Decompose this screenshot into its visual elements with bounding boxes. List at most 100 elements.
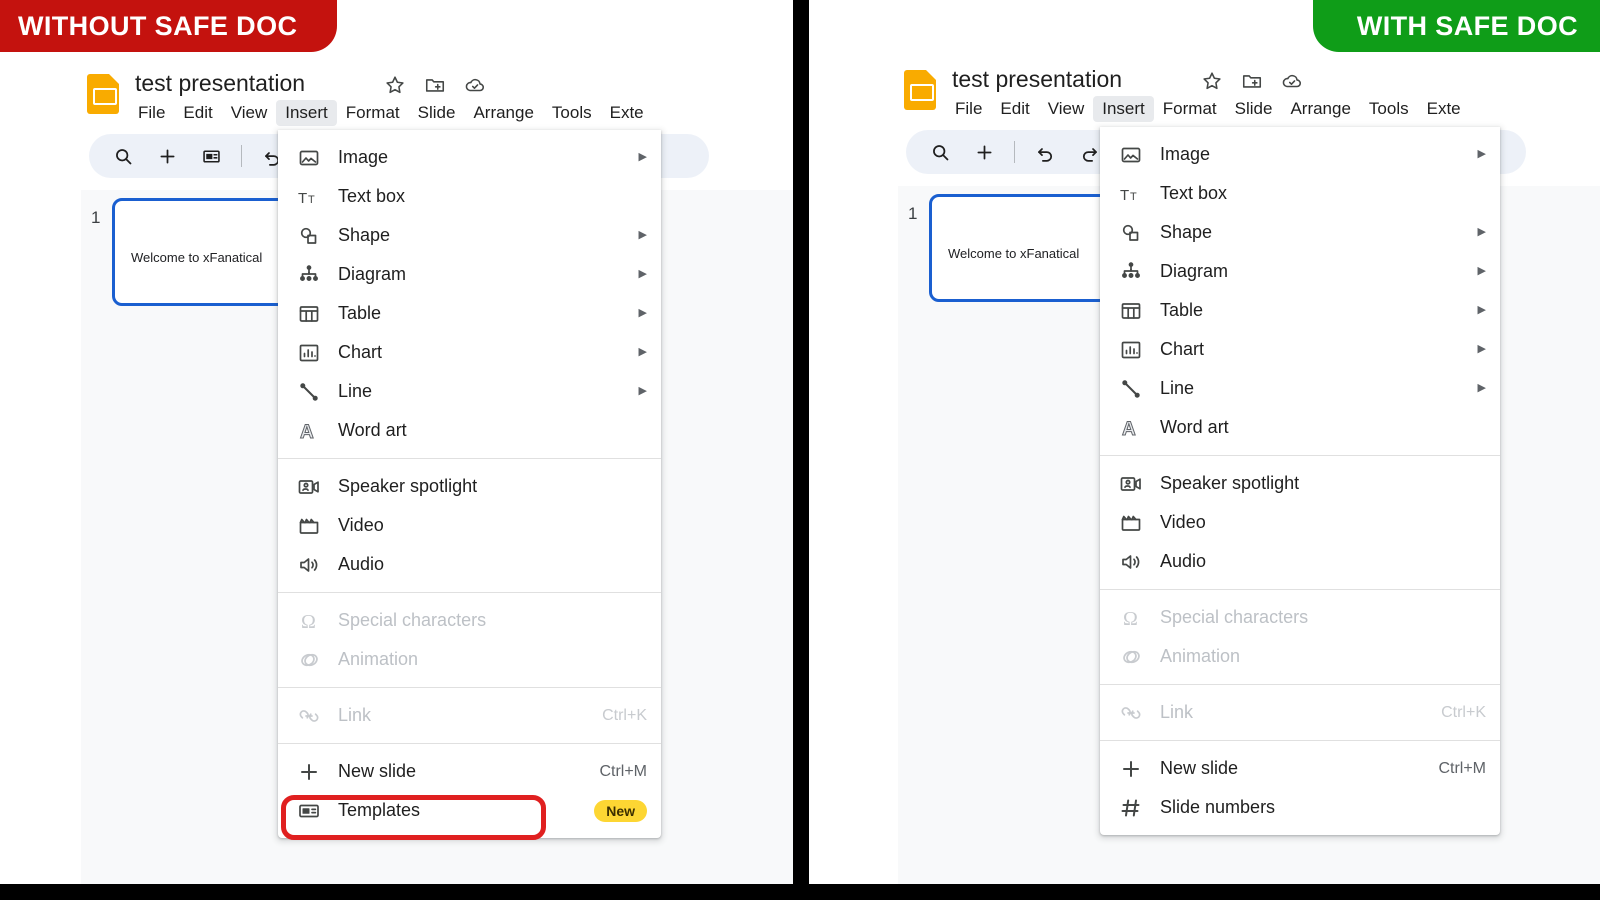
menu-item-label: Text box bbox=[338, 186, 406, 206]
menu-item-word-art[interactable]: A Word art bbox=[278, 411, 661, 450]
undo-icon[interactable] bbox=[1023, 132, 1067, 172]
menu-item-new-slide[interactable]: New slide Ctrl+M bbox=[278, 752, 661, 791]
menu-item-label: Line bbox=[1160, 378, 1195, 398]
menu-separator bbox=[1100, 684, 1500, 685]
slide-body-text: Welcome to xFanatical bbox=[948, 246, 1080, 261]
menu-item-label: Diagram bbox=[1160, 261, 1229, 281]
insert-dropdown-right[interactable]: Image ▶ T T Text box Shape ▶ Diagram ▶ Table ▶ Char… bbox=[1100, 127, 1500, 835]
svg-text:T: T bbox=[308, 194, 315, 206]
menu-item-label: Shape bbox=[1160, 222, 1213, 242]
move-to-folder-icon[interactable] bbox=[1241, 70, 1263, 92]
menu-item-speaker-spotlight[interactable]: Speaker spotlight bbox=[1100, 464, 1500, 503]
menu-item-word-art[interactable]: A Word art bbox=[1100, 408, 1500, 447]
menu-item-image[interactable]: Image ▶ bbox=[278, 138, 661, 177]
menu-item-image[interactable]: Image ▶ bbox=[1100, 135, 1500, 174]
menu-item-label: Image bbox=[338, 147, 389, 167]
menu-item-label: Table bbox=[1160, 300, 1204, 320]
menu-item-table[interactable]: Table ▶ bbox=[1100, 291, 1500, 330]
search-icon[interactable] bbox=[918, 132, 962, 172]
menu-insert[interactable]: Insert bbox=[1093, 96, 1154, 122]
menu-item-label: Text box bbox=[1160, 183, 1228, 203]
document-title[interactable]: test presentation bbox=[952, 66, 1122, 93]
menu-item-speaker-spotlight[interactable]: Speaker spotlight bbox=[278, 467, 661, 506]
menu-file[interactable]: File bbox=[946, 96, 991, 122]
menubar-left: File Edit View Insert Format Slide Arran… bbox=[129, 100, 653, 126]
menu-item-video[interactable]: Video bbox=[278, 506, 661, 545]
menu-item-new-slide[interactable]: New slide Ctrl+M bbox=[1100, 749, 1500, 788]
menu-item-audio[interactable]: Audio bbox=[278, 545, 661, 584]
menu-item-label: Slide numbers bbox=[1160, 797, 1276, 817]
cloud-saved-icon[interactable] bbox=[1281, 70, 1303, 92]
menu-item-link: Link Ctrl+K bbox=[278, 696, 661, 735]
image-icon bbox=[296, 145, 322, 171]
menu-file[interactable]: File bbox=[129, 100, 174, 126]
slide-body-text: Welcome to xFanatical bbox=[131, 250, 263, 265]
menu-item-line[interactable]: Line ▶ bbox=[1100, 369, 1500, 408]
menu-item-diagram[interactable]: Diagram ▶ bbox=[1100, 252, 1500, 291]
chevron-right-icon: ▶ bbox=[638, 307, 647, 319]
banner-without-safe-doc: WITHOUT SAFE DOC bbox=[0, 0, 338, 52]
menu-item-templates[interactable]: Templates New bbox=[278, 791, 661, 830]
comparison-stage: test presentation File Edit View Insert … bbox=[0, 0, 1600, 900]
toolbar-separator bbox=[1014, 141, 1015, 163]
insert-dropdown-left[interactable]: Image ▶ T T Text box Shape ▶ Diagram ▶ Table ▶ Char… bbox=[278, 130, 661, 838]
search-icon[interactable] bbox=[101, 136, 145, 176]
menu-arrange[interactable]: Arrange bbox=[1281, 96, 1359, 122]
table-icon bbox=[1118, 298, 1144, 324]
menu-arrange[interactable]: Arrange bbox=[464, 100, 542, 126]
chevron-right-icon: ▶ bbox=[1477, 226, 1486, 238]
menu-slide[interactable]: Slide bbox=[409, 100, 465, 126]
menu-item-line[interactable]: Line ▶ bbox=[278, 372, 661, 411]
menu-separator bbox=[278, 687, 661, 688]
menu-item-label: Shape bbox=[338, 225, 391, 245]
svg-text:T: T bbox=[1130, 191, 1137, 203]
menu-item-video[interactable]: Video bbox=[1100, 503, 1500, 542]
document-title[interactable]: test presentation bbox=[135, 70, 305, 97]
line-icon bbox=[1118, 376, 1144, 402]
slide-number-label: 1 bbox=[908, 204, 918, 223]
menu-format[interactable]: Format bbox=[1154, 96, 1226, 122]
new-slide-icon[interactable] bbox=[145, 136, 189, 176]
menu-item-label: Table bbox=[338, 303, 382, 323]
star-icon[interactable] bbox=[384, 74, 406, 96]
move-to-folder-icon[interactable] bbox=[424, 74, 446, 96]
menu-item-text-box[interactable]: T T Text box bbox=[1100, 174, 1500, 213]
menu-tools[interactable]: Tools bbox=[543, 100, 601, 126]
textbox-icon: TT bbox=[296, 184, 322, 210]
image-icon bbox=[1118, 142, 1144, 168]
google-slides-logo-icon bbox=[904, 70, 936, 110]
banner-right-label: WITH SAFE DOC bbox=[1356, 10, 1578, 41]
toolbar-separator bbox=[241, 145, 242, 167]
menu-item-chart[interactable]: Chart ▶ bbox=[278, 333, 661, 372]
menu-insert[interactable]: Insert bbox=[276, 100, 337, 126]
svg-text:Ω: Ω bbox=[1123, 608, 1138, 630]
menu-edit[interactable]: Edit bbox=[174, 100, 221, 126]
new-slide-icon[interactable] bbox=[962, 132, 1006, 172]
chevron-right-icon: ▶ bbox=[638, 268, 647, 280]
star-icon[interactable] bbox=[1201, 70, 1223, 92]
cloud-saved-icon[interactable] bbox=[464, 74, 486, 96]
menu-item-chart[interactable]: Chart ▶ bbox=[1100, 330, 1500, 369]
chevron-right-icon: ▶ bbox=[1477, 304, 1486, 316]
menu-item-slide-numbers[interactable]: Slide numbers bbox=[1100, 788, 1500, 827]
menu-tools[interactable]: Tools bbox=[1360, 96, 1418, 122]
animation-icon bbox=[1118, 644, 1144, 670]
menu-item-audio[interactable]: Audio bbox=[1100, 542, 1500, 581]
menu-item-shape[interactable]: Shape ▶ bbox=[1100, 213, 1500, 252]
menu-view[interactable]: View bbox=[1039, 96, 1094, 122]
menu-item-text-box[interactable]: T T Text box bbox=[278, 177, 661, 216]
layout-icon[interactable] bbox=[189, 136, 233, 176]
menu-separator bbox=[278, 743, 661, 744]
menu-edit[interactable]: Edit bbox=[991, 96, 1038, 122]
menu-extensions[interactable]: Exte bbox=[1418, 96, 1470, 122]
menu-view[interactable]: View bbox=[222, 100, 277, 126]
menu-item-shape[interactable]: Shape ▶ bbox=[278, 216, 661, 255]
menu-extensions[interactable]: Exte bbox=[601, 100, 653, 126]
menu-item-table[interactable]: Table ▶ bbox=[278, 294, 661, 333]
menu-item-label: Line bbox=[338, 381, 373, 401]
menu-format[interactable]: Format bbox=[337, 100, 409, 126]
menu-item-label: Word art bbox=[338, 420, 407, 440]
banner-with-safe-doc: WITH SAFE DOC bbox=[1312, 0, 1600, 52]
menu-slide[interactable]: Slide bbox=[1226, 96, 1282, 122]
menu-item-diagram[interactable]: Diagram ▶ bbox=[278, 255, 661, 294]
